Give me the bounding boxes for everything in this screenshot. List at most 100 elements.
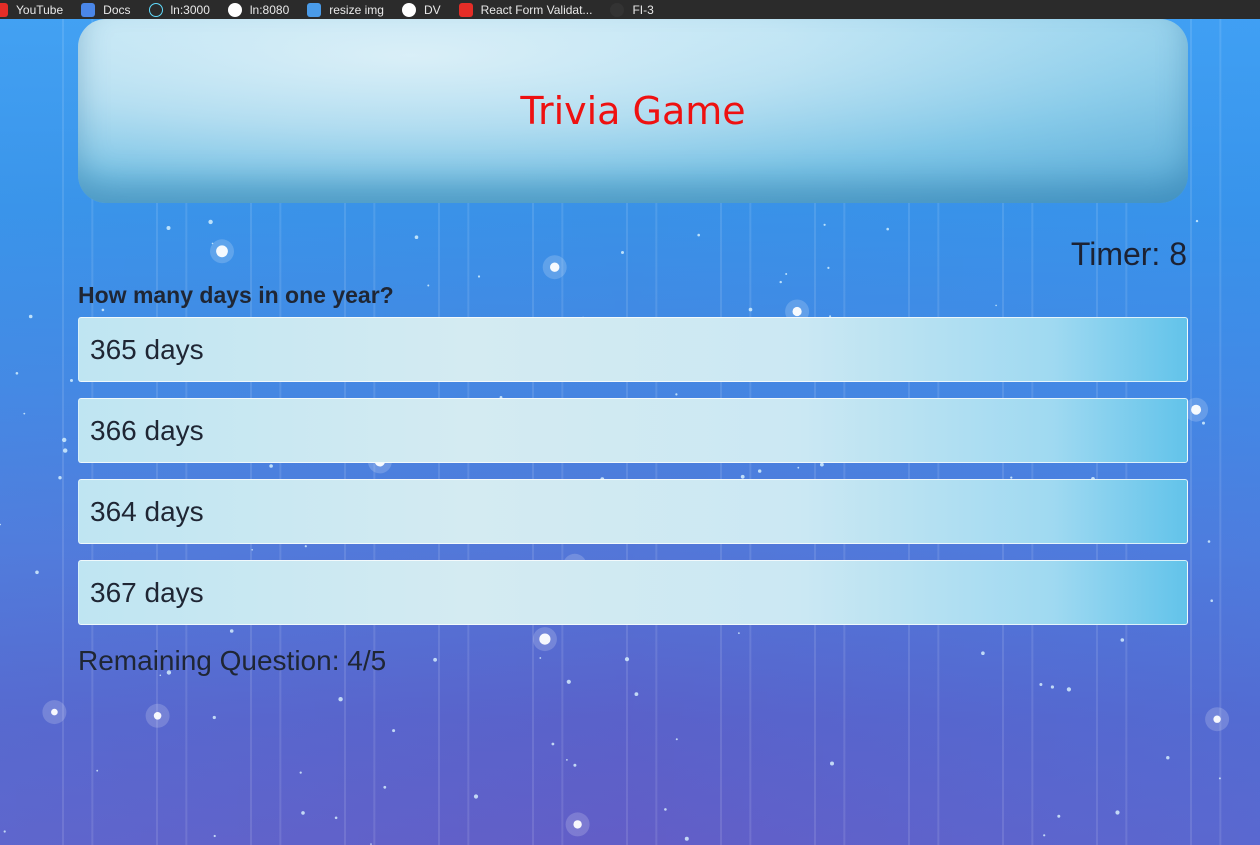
sparkle-glow bbox=[42, 700, 67, 725]
timer-display: Timer: 8 bbox=[1070, 236, 1187, 272]
bookmark-label: Docs bbox=[103, 2, 131, 17]
bookmark-label: ln:8080 bbox=[249, 2, 290, 17]
sparkle bbox=[1039, 683, 1043, 686]
sparkle bbox=[1218, 777, 1221, 780]
youtube-icon bbox=[0, 2, 8, 17]
sparkle bbox=[1210, 599, 1213, 602]
answer-option-2[interactable]: 366 days bbox=[78, 398, 1188, 463]
react-icon bbox=[148, 2, 163, 17]
github-icon bbox=[610, 2, 625, 17]
sparkle bbox=[886, 227, 889, 231]
bookmark-label: React Form Validat... bbox=[480, 2, 593, 17]
header-banner: Trivia Game bbox=[78, 19, 1188, 203]
sparkle bbox=[823, 223, 826, 226]
sparkle bbox=[539, 657, 542, 659]
image-icon bbox=[307, 2, 322, 17]
sparkle bbox=[779, 280, 782, 284]
sparkle bbox=[1066, 687, 1071, 692]
bookmarks-bar: YouTube Docs ln:3000 ln:8080 resize img … bbox=[0, 0, 1260, 19]
answer-option-3[interactable]: 364 days bbox=[78, 479, 1188, 544]
bookmark-resize-img[interactable]: resize img bbox=[307, 0, 384, 19]
sparkle bbox=[15, 372, 19, 375]
sparkle-glow bbox=[210, 239, 234, 264]
sparkle bbox=[433, 657, 437, 662]
sparkle bbox=[684, 836, 689, 841]
sparkle bbox=[1202, 421, 1205, 425]
sparkle bbox=[664, 808, 667, 811]
sparkle bbox=[0, 523, 1, 526]
sparkle-glow bbox=[542, 255, 567, 280]
sparkle bbox=[995, 304, 997, 307]
bookmark-dv[interactable]: DV bbox=[401, 0, 441, 19]
sparkle bbox=[301, 811, 305, 815]
answer-option-1[interactable]: 365 days bbox=[78, 317, 1188, 382]
sparkle bbox=[1057, 814, 1061, 818]
docs-icon bbox=[81, 2, 96, 17]
sparkle bbox=[334, 816, 338, 820]
sparkle bbox=[621, 251, 624, 254]
bookmark-label: DV bbox=[423, 2, 441, 17]
sparkle bbox=[827, 266, 830, 269]
sparkle bbox=[1115, 810, 1120, 815]
answer-list: 365 days 366 days 364 days 367 days bbox=[78, 317, 1188, 641]
sparkle bbox=[697, 233, 700, 237]
sparkle bbox=[383, 785, 387, 789]
sparkle bbox=[634, 692, 639, 696]
sparkle-glow bbox=[1205, 707, 1230, 732]
sparkle bbox=[566, 759, 568, 761]
sparkle bbox=[35, 570, 39, 575]
sparkle bbox=[427, 284, 430, 287]
sparkle bbox=[1043, 834, 1046, 837]
sparkle bbox=[213, 834, 216, 838]
sparkle bbox=[208, 219, 213, 225]
sparkle bbox=[1195, 219, 1199, 223]
sparkle bbox=[624, 657, 630, 662]
sparkle bbox=[573, 763, 577, 767]
sparkle bbox=[1166, 756, 1170, 760]
remaining-questions-counter: Remaining Question: 4/5 bbox=[78, 645, 387, 676]
sparkle bbox=[675, 738, 678, 741]
sparkle bbox=[166, 226, 171, 230]
sparkle bbox=[830, 761, 834, 766]
sparkle bbox=[216, 245, 228, 258]
bookmark-label: resize img bbox=[329, 2, 384, 17]
sparkle bbox=[414, 235, 419, 239]
sparkle bbox=[1213, 715, 1221, 723]
bookmark-label: FI-3 bbox=[632, 2, 654, 17]
sparkle bbox=[1207, 540, 1211, 543]
sparkle bbox=[23, 412, 26, 415]
answer-option-4[interactable]: 367 days bbox=[78, 560, 1188, 625]
sparkle bbox=[62, 448, 68, 453]
sparkle bbox=[981, 651, 985, 655]
sparkle bbox=[477, 275, 481, 278]
bookmark-localhost-8080[interactable]: ln:8080 bbox=[227, 0, 290, 19]
sparkle bbox=[550, 262, 560, 272]
sparkle bbox=[299, 771, 302, 774]
bookmark-localhost-3000[interactable]: ln:3000 bbox=[148, 0, 210, 19]
sparkle bbox=[51, 708, 58, 716]
bookmark-react-form-validation[interactable]: React Form Validat... bbox=[458, 0, 593, 19]
sparkle bbox=[3, 830, 6, 833]
bookmark-label: ln:3000 bbox=[170, 2, 210, 17]
sparkle bbox=[792, 306, 802, 317]
bookmark-fi-3[interactable]: FI-3 bbox=[610, 0, 654, 19]
sparkle bbox=[1050, 685, 1054, 689]
sparkle bbox=[785, 273, 788, 275]
sparkle bbox=[566, 679, 571, 684]
sparkle bbox=[61, 437, 67, 443]
sparkle bbox=[748, 307, 753, 312]
bookmark-youtube[interactable]: YouTube bbox=[0, 0, 63, 19]
sparkle-glow bbox=[145, 703, 170, 728]
sparkle bbox=[573, 820, 582, 829]
question-text: How many days in one year? bbox=[78, 282, 394, 308]
bookmark-docs[interactable]: Docs bbox=[81, 0, 131, 19]
sparkle bbox=[212, 715, 216, 720]
sparkle bbox=[338, 697, 343, 702]
sparkle bbox=[153, 712, 162, 720]
sparkle bbox=[473, 794, 479, 799]
sparkle-glow bbox=[565, 812, 590, 837]
sparkle bbox=[1191, 404, 1202, 415]
sparkle bbox=[96, 769, 99, 772]
sparkle bbox=[58, 476, 62, 480]
sparkle bbox=[211, 242, 214, 245]
